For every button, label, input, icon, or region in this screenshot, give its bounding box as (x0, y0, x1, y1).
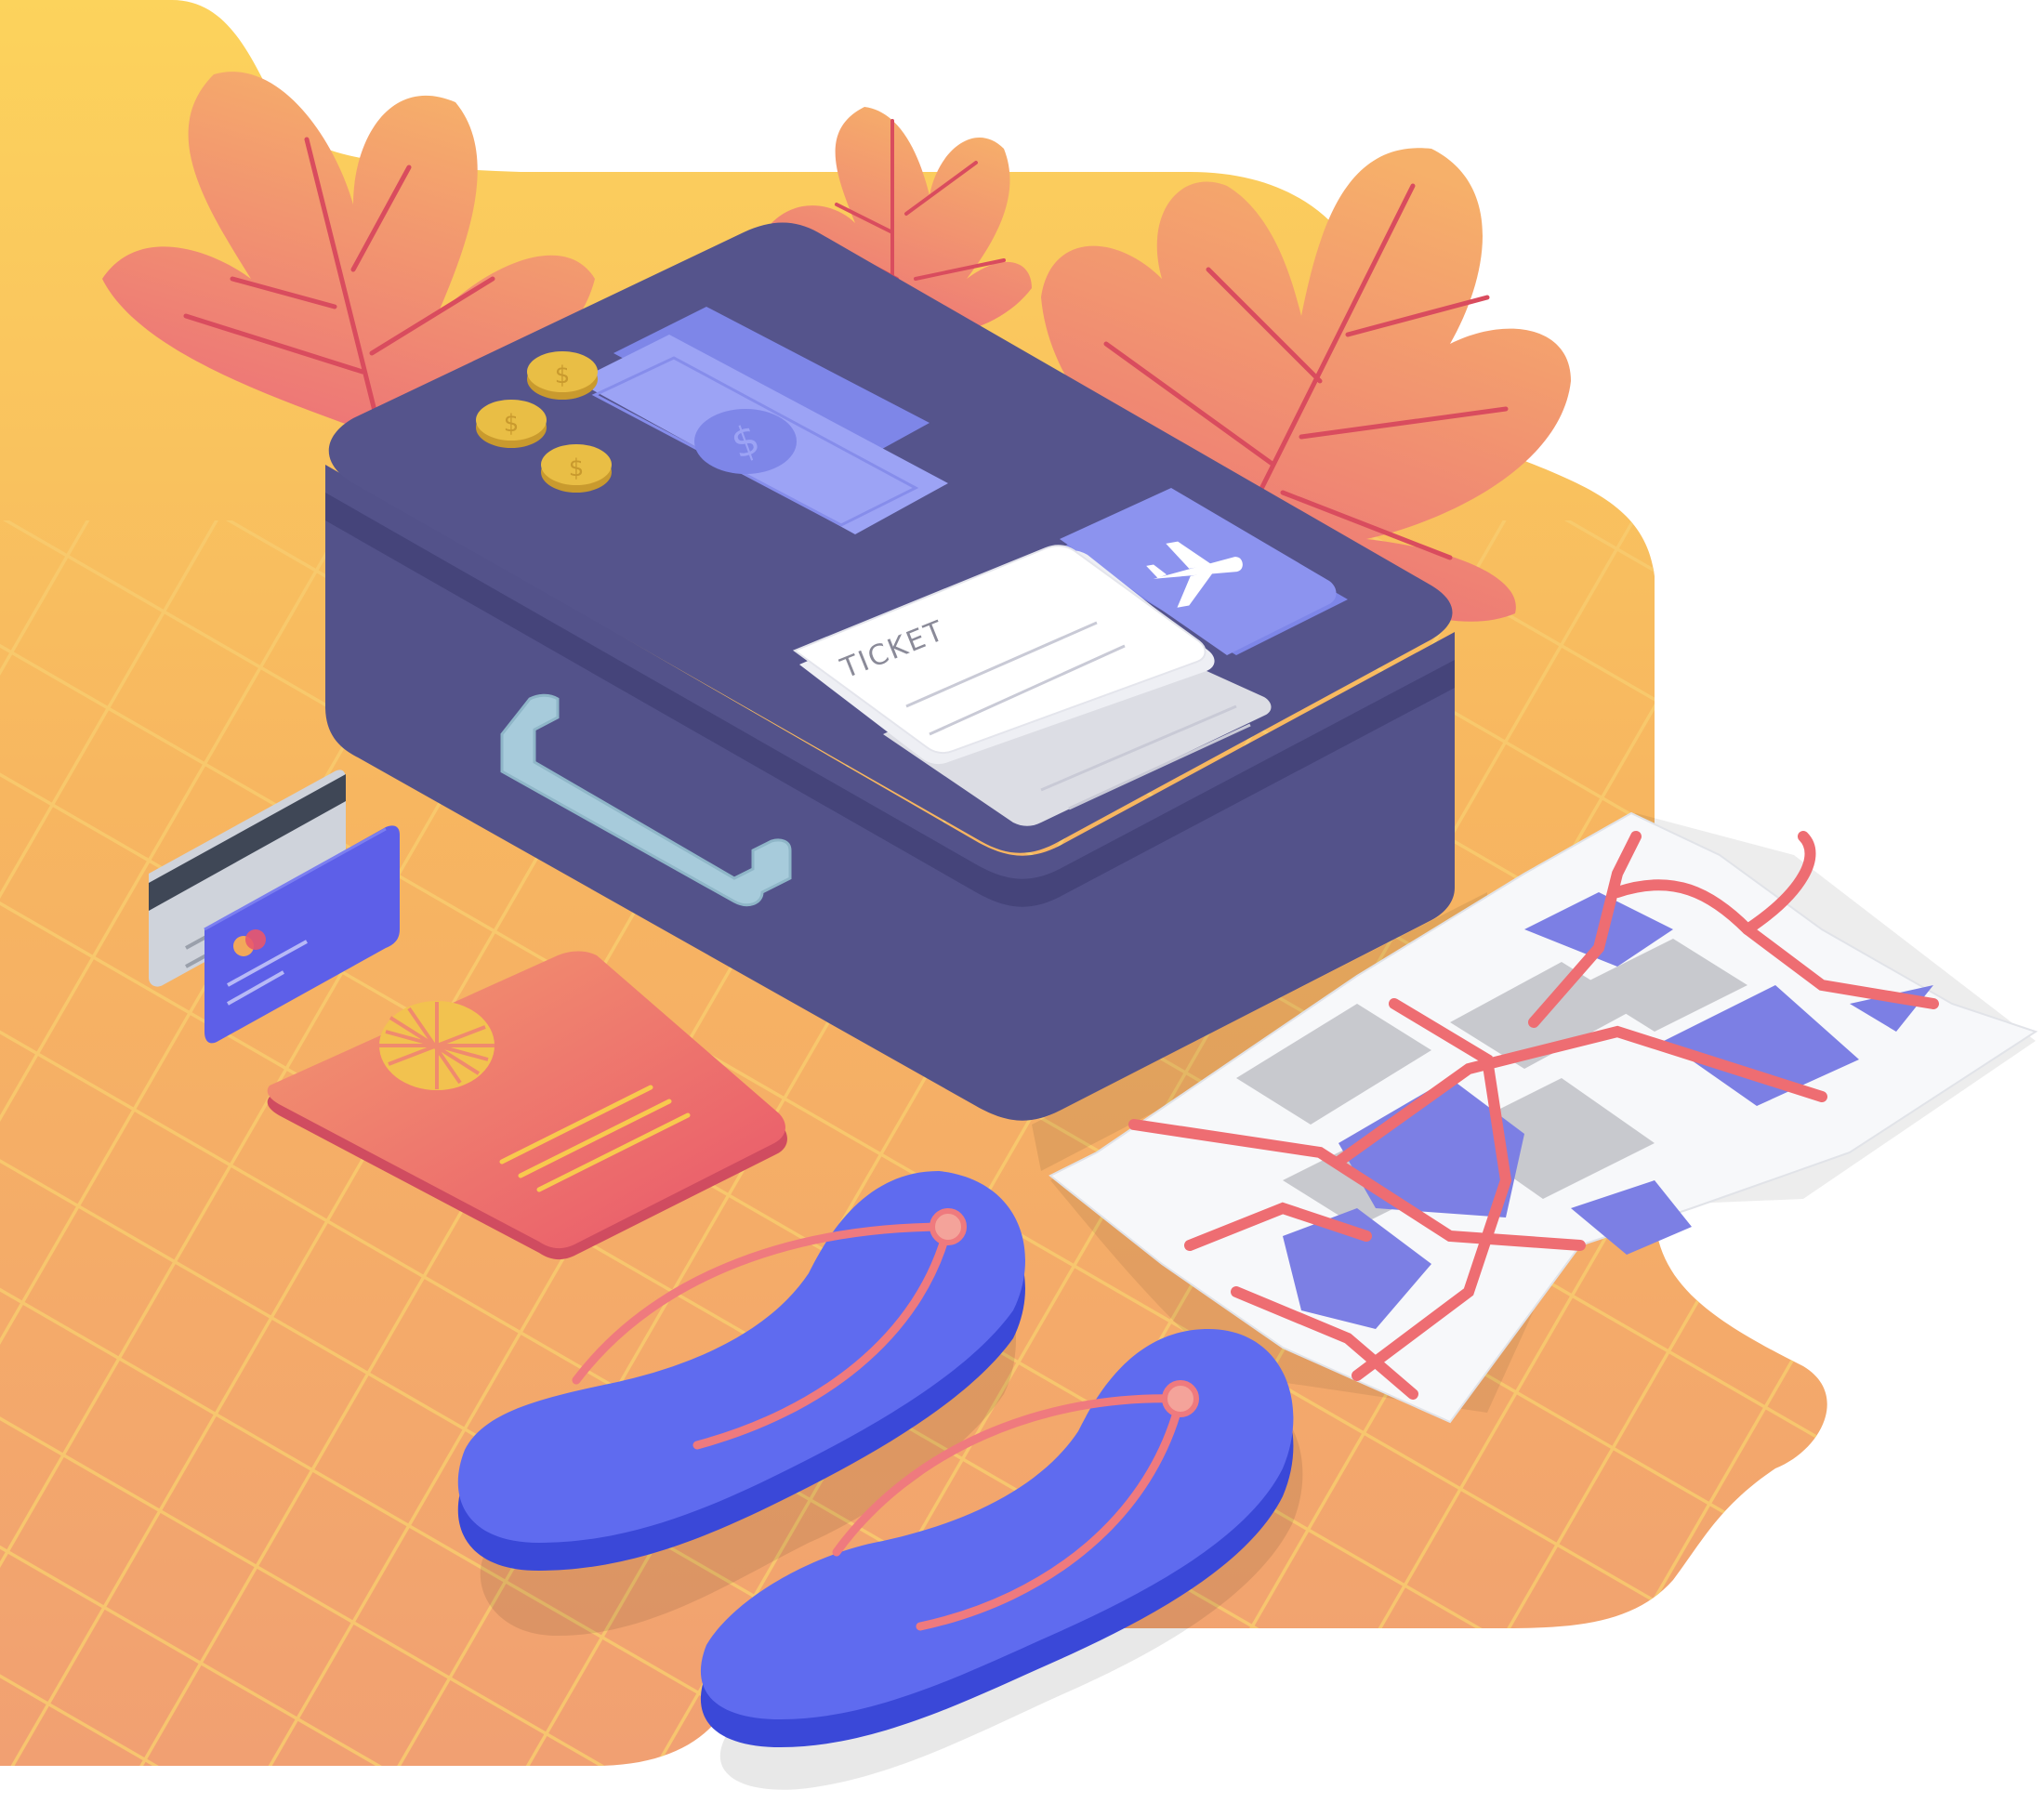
coin: $ (541, 444, 612, 493)
svg-text:$: $ (504, 410, 520, 438)
svg-text:$: $ (555, 362, 571, 389)
coin: $ (476, 400, 547, 448)
travel-essentials-illustration: $ $ $ $ TICKET (0, 0, 2038, 1790)
svg-text:$: $ (569, 454, 585, 482)
globe-icon (379, 1001, 495, 1090)
coin: $ (527, 351, 598, 400)
